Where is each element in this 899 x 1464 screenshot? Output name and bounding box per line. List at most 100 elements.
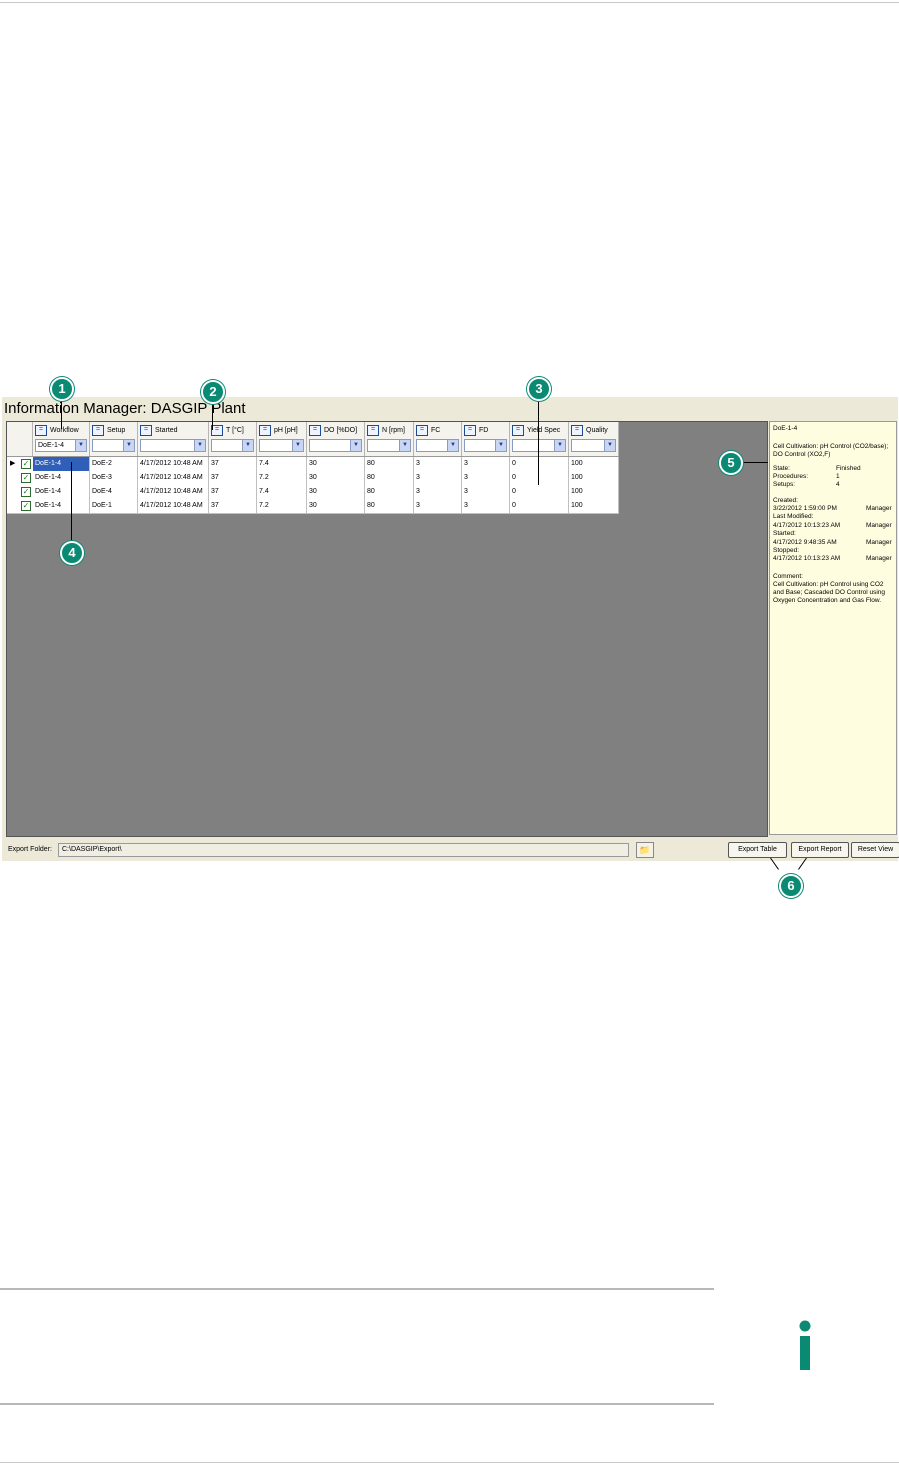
table-cell[interactable]: DoE-3: [90, 471, 138, 485]
filter-operator-button[interactable]: =: [259, 425, 271, 436]
table-cell[interactable]: 100: [569, 485, 619, 499]
export-folder-field[interactable]: C:\DASGIP\Export\: [58, 843, 629, 857]
filter-setup[interactable]: ▼: [92, 439, 135, 452]
row-checkbox[interactable]: ✓: [21, 501, 31, 511]
table-cell[interactable]: 7.4: [257, 485, 307, 499]
filter-quality[interactable]: ▼: [571, 439, 616, 452]
table-cell[interactable]: 4/17/2012 10:48 AM: [138, 485, 209, 499]
filter-do[interactable]: ▼: [309, 439, 362, 452]
table-cell[interactable]: DoE-1-4: [33, 499, 90, 513]
column-quality[interactable]: = Quality ▼: [569, 422, 619, 456]
chevron-down-icon[interactable]: ▼: [292, 440, 303, 451]
filter-fc[interactable]: ▼: [416, 439, 459, 452]
table-cell[interactable]: 30: [307, 499, 365, 513]
filter-operator-button[interactable]: =: [571, 425, 583, 436]
table-row[interactable]: ✓ DoE-1-4 DoE-1 4/17/2012 10:48 AM 37 7.2 30 80…: [7, 499, 619, 514]
table-cell[interactable]: 7.2: [257, 499, 307, 513]
filter-fd[interactable]: ▼: [464, 439, 507, 452]
export-report-button[interactable]: Export Report: [791, 842, 849, 858]
column-fc[interactable]: = FC ▼: [414, 422, 462, 456]
table-cell[interactable]: 4/17/2012 10:48 AM: [138, 499, 209, 513]
table-cell[interactable]: 7.2: [257, 471, 307, 485]
table-cell[interactable]: 80: [365, 499, 414, 513]
filter-operator-button[interactable]: =: [92, 425, 104, 436]
table-row[interactable]: ✓ DoE-1-4 DoE-3 4/17/2012 10:48 AM 37 7.2 30 80…: [7, 471, 619, 486]
table-cell[interactable]: DoE-1-4: [33, 457, 90, 471]
filter-started[interactable]: ▼: [140, 439, 206, 452]
filter-operator-button[interactable]: =: [512, 425, 524, 436]
filter-operator-button[interactable]: =: [416, 425, 428, 436]
table-cell[interactable]: 0: [510, 471, 569, 485]
table-cell[interactable]: 100: [569, 499, 619, 513]
filter-operator-button[interactable]: =: [35, 425, 47, 436]
filter-temperature[interactable]: ▼: [211, 439, 254, 452]
table-cell[interactable]: 0: [510, 485, 569, 499]
column-ph[interactable]: = pH [pH] ▼: [257, 422, 307, 456]
table-cell[interactable]: 3: [462, 471, 510, 485]
table-cell[interactable]: 37: [209, 499, 257, 513]
column-fd[interactable]: = FD ▼: [462, 422, 510, 456]
table-cell[interactable]: 3: [414, 457, 462, 471]
table-cell[interactable]: 37: [209, 471, 257, 485]
row-checkbox[interactable]: ✓: [21, 459, 31, 469]
table-cell[interactable]: 100: [569, 471, 619, 485]
table-cell[interactable]: 37: [209, 457, 257, 471]
column-do[interactable]: = DO [%DO] ▼: [307, 422, 365, 456]
chevron-down-icon[interactable]: ▼: [495, 440, 506, 451]
column-setup[interactable]: = Setup ▼: [90, 422, 138, 456]
chevron-down-icon[interactable]: ▼: [75, 440, 86, 451]
table-cell[interactable]: DoE-1: [90, 499, 138, 513]
table-cell[interactable]: 30: [307, 457, 365, 471]
column-n-rpm[interactable]: = N [rpm] ▼: [365, 422, 414, 456]
filter-operator-button[interactable]: =: [140, 425, 152, 436]
column-yield-spec[interactable]: = Yield Spec ▼: [510, 422, 569, 456]
chevron-down-icon[interactable]: ▼: [242, 440, 253, 451]
table-cell[interactable]: 30: [307, 485, 365, 499]
table-cell[interactable]: 100: [569, 457, 619, 471]
filter-workflow[interactable]: DoE-1-4 ▼: [35, 439, 87, 452]
filter-yield-spec[interactable]: ▼: [512, 439, 566, 452]
table-cell[interactable]: 30: [307, 471, 365, 485]
row-checkbox[interactable]: ✓: [21, 487, 31, 497]
table-cell[interactable]: 7.4: [257, 457, 307, 471]
table-cell[interactable]: 0: [510, 499, 569, 513]
table-cell[interactable]: DoE-1-4: [33, 471, 90, 485]
chevron-down-icon[interactable]: ▼: [399, 440, 410, 451]
browse-folder-button[interactable]: 📁: [636, 842, 654, 858]
row-checkbox[interactable]: ✓: [21, 473, 31, 483]
table-cell[interactable]: 3: [462, 457, 510, 471]
filter-n-rpm[interactable]: ▼: [367, 439, 411, 452]
table-cell[interactable]: 3: [414, 499, 462, 513]
filter-operator-button[interactable]: =: [367, 425, 379, 436]
chevron-down-icon[interactable]: ▼: [194, 440, 205, 451]
table-cell[interactable]: 80: [365, 485, 414, 499]
filter-ph[interactable]: ▼: [259, 439, 304, 452]
table-cell[interactable]: 80: [365, 457, 414, 471]
table-row[interactable]: ▶ ✓ DoE-1-4 DoE-2 4/17/2012 10:48 AM 37 7.4 30 8…: [7, 457, 619, 472]
table-cell[interactable]: 80: [365, 471, 414, 485]
chevron-down-icon[interactable]: ▼: [604, 440, 615, 451]
table-cell[interactable]: DoE-1-4: [33, 485, 90, 499]
table-cell[interactable]: 3: [414, 471, 462, 485]
column-started[interactable]: = Started ▼: [138, 422, 209, 456]
table-cell[interactable]: DoE-2: [90, 457, 138, 471]
table-cell[interactable]: 3: [462, 499, 510, 513]
chevron-down-icon[interactable]: ▼: [447, 440, 458, 451]
filter-operator-button[interactable]: =: [464, 425, 476, 436]
reset-view-button[interactable]: Reset View: [851, 842, 899, 858]
table-cell[interactable]: 0: [510, 457, 569, 471]
column-temperature[interactable]: = T [°C] ▼: [209, 422, 257, 456]
chevron-down-icon[interactable]: ▼: [350, 440, 361, 451]
chevron-down-icon[interactable]: ▼: [554, 440, 565, 451]
filter-operator-button[interactable]: =: [309, 425, 321, 436]
table-cell[interactable]: 37: [209, 485, 257, 499]
table-cell[interactable]: 4/17/2012 10:48 AM: [138, 471, 209, 485]
chevron-down-icon[interactable]: ▼: [123, 440, 134, 451]
column-label: DO [%DO]: [324, 427, 358, 434]
table-row[interactable]: ✓ DoE-1-4 DoE-4 4/17/2012 10:48 AM 37 7.4 30 80…: [7, 485, 619, 500]
export-table-button[interactable]: Export Table: [728, 842, 787, 858]
table-cell[interactable]: 4/17/2012 10:48 AM: [138, 457, 209, 471]
table-cell[interactable]: 3: [414, 485, 462, 499]
table-cell[interactable]: 3: [462, 485, 510, 499]
table-cell[interactable]: DoE-4: [90, 485, 138, 499]
